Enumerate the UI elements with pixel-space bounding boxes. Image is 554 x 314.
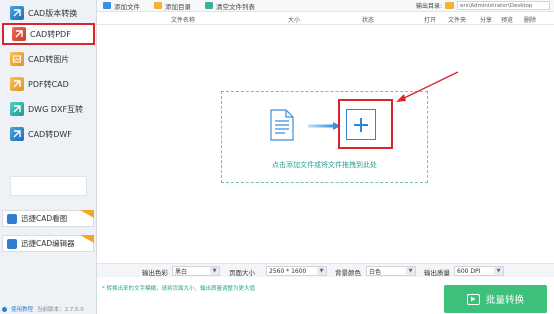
batch-convert-button[interactable]: 批量转换 — [444, 285, 547, 313]
chevron-down-icon: ▼ — [210, 267, 219, 275]
cad-to-dwf-icon — [10, 127, 24, 141]
promo-label: 迅捷CAD编辑器 — [21, 239, 75, 248]
sidebar-item-dwg-dxf[interactable]: DWG DXF互转 — [2, 98, 95, 120]
cad-version-icon — [10, 6, 24, 20]
sidebar-item-label: DWG DXF互转 — [28, 104, 84, 114]
chevron-down-icon: ▼ — [406, 267, 415, 275]
toolbar: 添加文件 添加目录 清空文件列表 输出目录: — [97, 0, 554, 12]
sidebar-item-cad-to-pdf[interactable]: CAD转PDF — [2, 23, 95, 45]
sidebar-footer: 使用教程 当前版本：2.7.5.0 — [2, 305, 84, 313]
column-header: 分享 — [480, 17, 493, 24]
promo-corner-badge — [80, 235, 94, 243]
color-value: 黑白 — [175, 268, 188, 276]
dwg-dxf-icon — [10, 102, 24, 116]
column-header: 大小 — [288, 17, 301, 24]
color-select[interactable]: 黑白 ▼ — [172, 266, 220, 276]
sidebar-item-label: CAD转图片 — [28, 54, 70, 64]
tutorial-link[interactable]: 使用教程 — [11, 305, 33, 313]
column-header: 文件夹 — [448, 17, 467, 24]
hint-note: * 转换出来的文字模糊，请将页面大小、输出质量调整为更大值 — [102, 286, 256, 292]
clear-list-button[interactable]: 清空文件列表 — [205, 1, 255, 11]
document-icon — [270, 109, 294, 141]
add-file-label: 添加文件 — [114, 2, 140, 11]
cad-viewer-app-icon — [7, 213, 17, 224]
size-select[interactable]: 2560 * 1600 ▼ — [266, 266, 327, 276]
convert-label: 批量转换 — [485, 295, 524, 306]
output-directory: 输出目录: — [416, 1, 550, 10]
promo-label: 迅捷CAD看图 — [21, 214, 68, 223]
sidebar-item-label: CAD版本转换 — [28, 8, 78, 18]
pdf-to-cad-icon — [10, 77, 24, 91]
app-window: CAD版本转换 CAD转PDF CAD转图片 PDF转CAD DWG DXF互转… — [0, 0, 554, 314]
add-file-button[interactable]: 添加文件 — [103, 1, 140, 11]
help-icon — [2, 306, 7, 312]
size-value: 2560 * 1600 — [269, 267, 307, 275]
column-header: 文件名称 — [171, 17, 196, 24]
sidebar-item-label: CAD转DWF — [28, 129, 72, 139]
quality-value: 600 DPI — [457, 267, 481, 275]
sidebar-item-label: PDF转CAD — [28, 79, 69, 89]
bg-label: 背景颜色 — [335, 269, 361, 277]
file-drop-area[interactable]: 点击添加文件或将文件拖拽到此处 — [221, 91, 428, 183]
promo-corner-badge — [80, 210, 94, 218]
size-label: 页面大小 — [229, 269, 255, 277]
color-label: 输出色彩 — [142, 269, 168, 277]
column-header: 状态 — [362, 17, 375, 24]
play-icon — [466, 293, 480, 305]
clear-list-label: 清空文件列表 — [216, 2, 255, 11]
quality-label: 输出质量 — [424, 269, 450, 277]
file-table-header: 文件名称 大小 状态 打开 文件夹 分享 预览 删除 — [97, 13, 554, 25]
promo-cad-viewer[interactable]: 迅捷CAD看图 — [2, 210, 94, 227]
output-path-input[interactable] — [457, 1, 550, 10]
cad-to-pdf-icon — [12, 27, 26, 41]
output-settings-bar: 输出色彩 黑白 ▼ 页面大小 2560 * 1600 ▼ 背景颜色 白色 ▼ 输… — [97, 263, 554, 277]
bg-color-select[interactable]: 白色 ▼ — [366, 266, 416, 276]
add-file-icon — [103, 2, 111, 9]
bg-value: 白色 — [369, 268, 382, 276]
folder-icon[interactable] — [445, 2, 454, 9]
add-folder-button[interactable]: 添加目录 — [154, 1, 191, 11]
promo-cad-editor[interactable]: 迅捷CAD编辑器 — [2, 235, 94, 252]
plus-icon — [354, 117, 368, 132]
add-folder-label: 添加目录 — [165, 2, 191, 11]
add-folder-icon — [154, 2, 162, 9]
sidebar: CAD版本转换 CAD转PDF CAD转图片 PDF转CAD DWG DXF互转… — [0, 0, 97, 314]
chevron-down-icon: ▼ — [494, 267, 503, 275]
column-header: 预览 — [501, 17, 514, 24]
drop-hint-text: 点击添加文件或将文件拖拽到此处 — [272, 161, 377, 169]
quality-select[interactable]: 600 DPI ▼ — [454, 266, 504, 276]
sidebar-item-label: CAD转PDF — [30, 29, 71, 39]
sidebar-item-cad-version[interactable]: CAD版本转换 — [2, 2, 95, 24]
cad-to-image-icon — [10, 52, 24, 66]
add-file-plus-button[interactable] — [346, 109, 376, 140]
sidebar-ad-slot — [10, 176, 87, 196]
sidebar-item-cad-to-image[interactable]: CAD转图片 — [2, 48, 95, 70]
column-header: 打开 — [424, 17, 437, 24]
sidebar-item-cad-to-dwf[interactable]: CAD转DWF — [2, 123, 95, 145]
arrow-right-icon — [308, 122, 341, 130]
clear-list-icon — [205, 2, 213, 9]
sidebar-item-pdf-to-cad[interactable]: PDF转CAD — [2, 73, 95, 95]
column-header: 删除 — [524, 17, 537, 24]
chevron-down-icon: ▼ — [317, 267, 326, 275]
version-text: 当前版本：2.7.5.0 — [37, 307, 84, 313]
cad-editor-app-icon — [7, 238, 17, 249]
output-dir-label: 输出目录: — [415, 3, 442, 10]
